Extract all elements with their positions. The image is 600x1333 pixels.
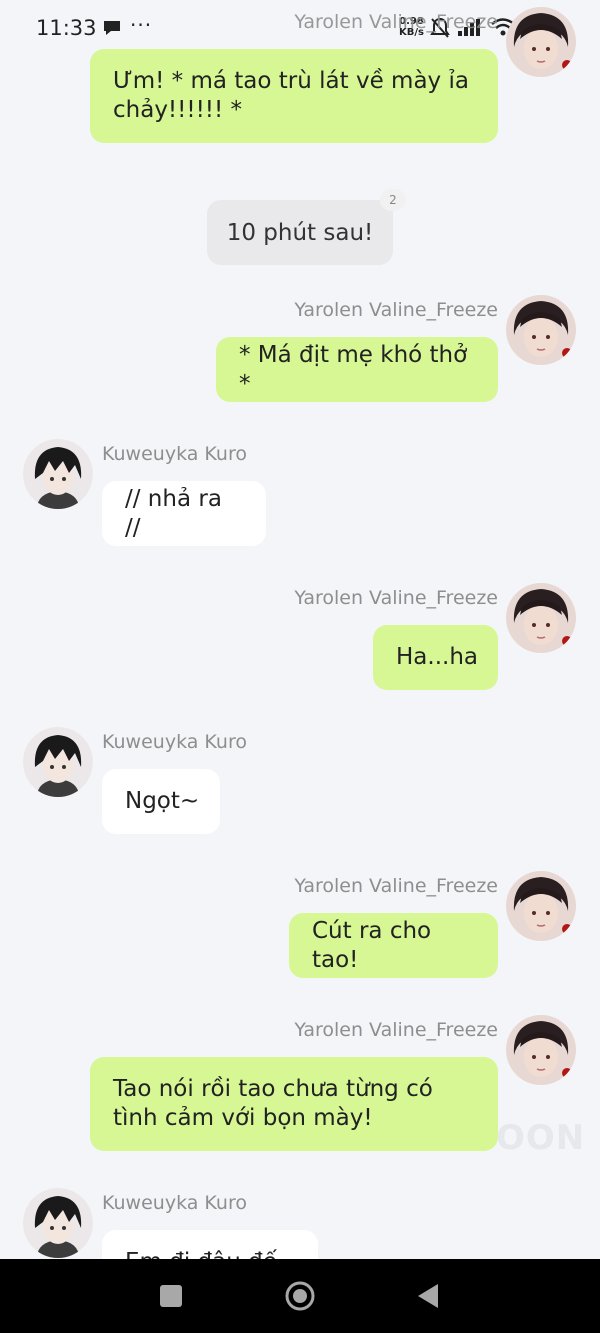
triangle-back-icon	[418, 1284, 438, 1308]
sender-name: Kuweuyka Kuro	[102, 1192, 247, 1214]
avatar-yarolen[interactable]	[506, 583, 576, 653]
message-bubble[interactable]: Ưm! * má tao trù lát về mày ỉa chảy!!!!!…	[90, 49, 498, 143]
message-bubble[interactable]: Tao nói rồi tao chưa từng có tình cảm vớ…	[90, 1057, 498, 1151]
recent-apps-button[interactable]	[131, 1259, 211, 1333]
circle-icon	[285, 1281, 315, 1311]
home-button[interactable]	[260, 1259, 340, 1333]
more-notifications-icon: ···	[130, 13, 153, 37]
message-text: Ưm! * má tao trù lát về mày ỉa chảy!!!!!…	[113, 68, 469, 123]
sender-name: Yarolen Valine_Freeze	[294, 299, 498, 321]
avatar-yarolen[interactable]	[506, 295, 576, 365]
message-text: Ha...ha	[396, 644, 478, 670]
message-bubble[interactable]: // nhả ra //	[102, 481, 266, 546]
watermark: OON	[496, 1118, 586, 1158]
avatar-yarolen[interactable]	[506, 7, 576, 77]
message-text: // nhả ra //	[125, 485, 222, 541]
avatar-kuweuyka[interactable]	[23, 1188, 93, 1258]
avatar-yarolen[interactable]	[506, 871, 576, 941]
sender-name: Yarolen Valine_Freeze	[294, 875, 498, 897]
avatar-yarolen[interactable]	[506, 1015, 576, 1085]
message-text: Cút ra cho tao!	[312, 917, 432, 973]
message-text: * Má địt mẹ khó thở *	[239, 341, 468, 397]
message-text: Ngọt~	[125, 788, 200, 814]
message-text: Tao nói rồi tao chưa từng có tình cảm vớ…	[113, 1076, 433, 1131]
message-bubble[interactable]: Cút ra cho tao!	[289, 913, 498, 978]
avatar-kuweuyka[interactable]	[23, 727, 93, 797]
sender-name: Kuweuyka Kuro	[102, 443, 247, 465]
sender-name: Yarolen Valine_Freeze	[294, 1019, 498, 1041]
comment-count-badge[interactable]: 2	[380, 189, 406, 211]
sender-name: Yarolen Valine_Freeze	[294, 11, 498, 33]
sender-name: Kuweuyka Kuro	[102, 731, 247, 753]
avatar-kuweuyka[interactable]	[23, 439, 93, 509]
message-bubble[interactable]: * Má địt mẹ khó thở *	[216, 337, 498, 402]
status-time: 11:33	[36, 16, 97, 40]
narration-bubble[interactable]: 10 phút sau!	[207, 200, 393, 265]
message-bubble[interactable]: Ha...ha	[373, 625, 498, 690]
chat-bubble-icon	[104, 21, 120, 35]
square-icon	[160, 1285, 182, 1307]
narration-text: 10 phút sau!	[226, 219, 374, 246]
message-bubble[interactable]: Ngọt~	[102, 769, 220, 834]
comment-count: 2	[389, 193, 397, 207]
system-navigation-bar	[0, 1259, 600, 1333]
back-button[interactable]	[388, 1259, 468, 1333]
sender-name: Yarolen Valine_Freeze	[294, 587, 498, 609]
